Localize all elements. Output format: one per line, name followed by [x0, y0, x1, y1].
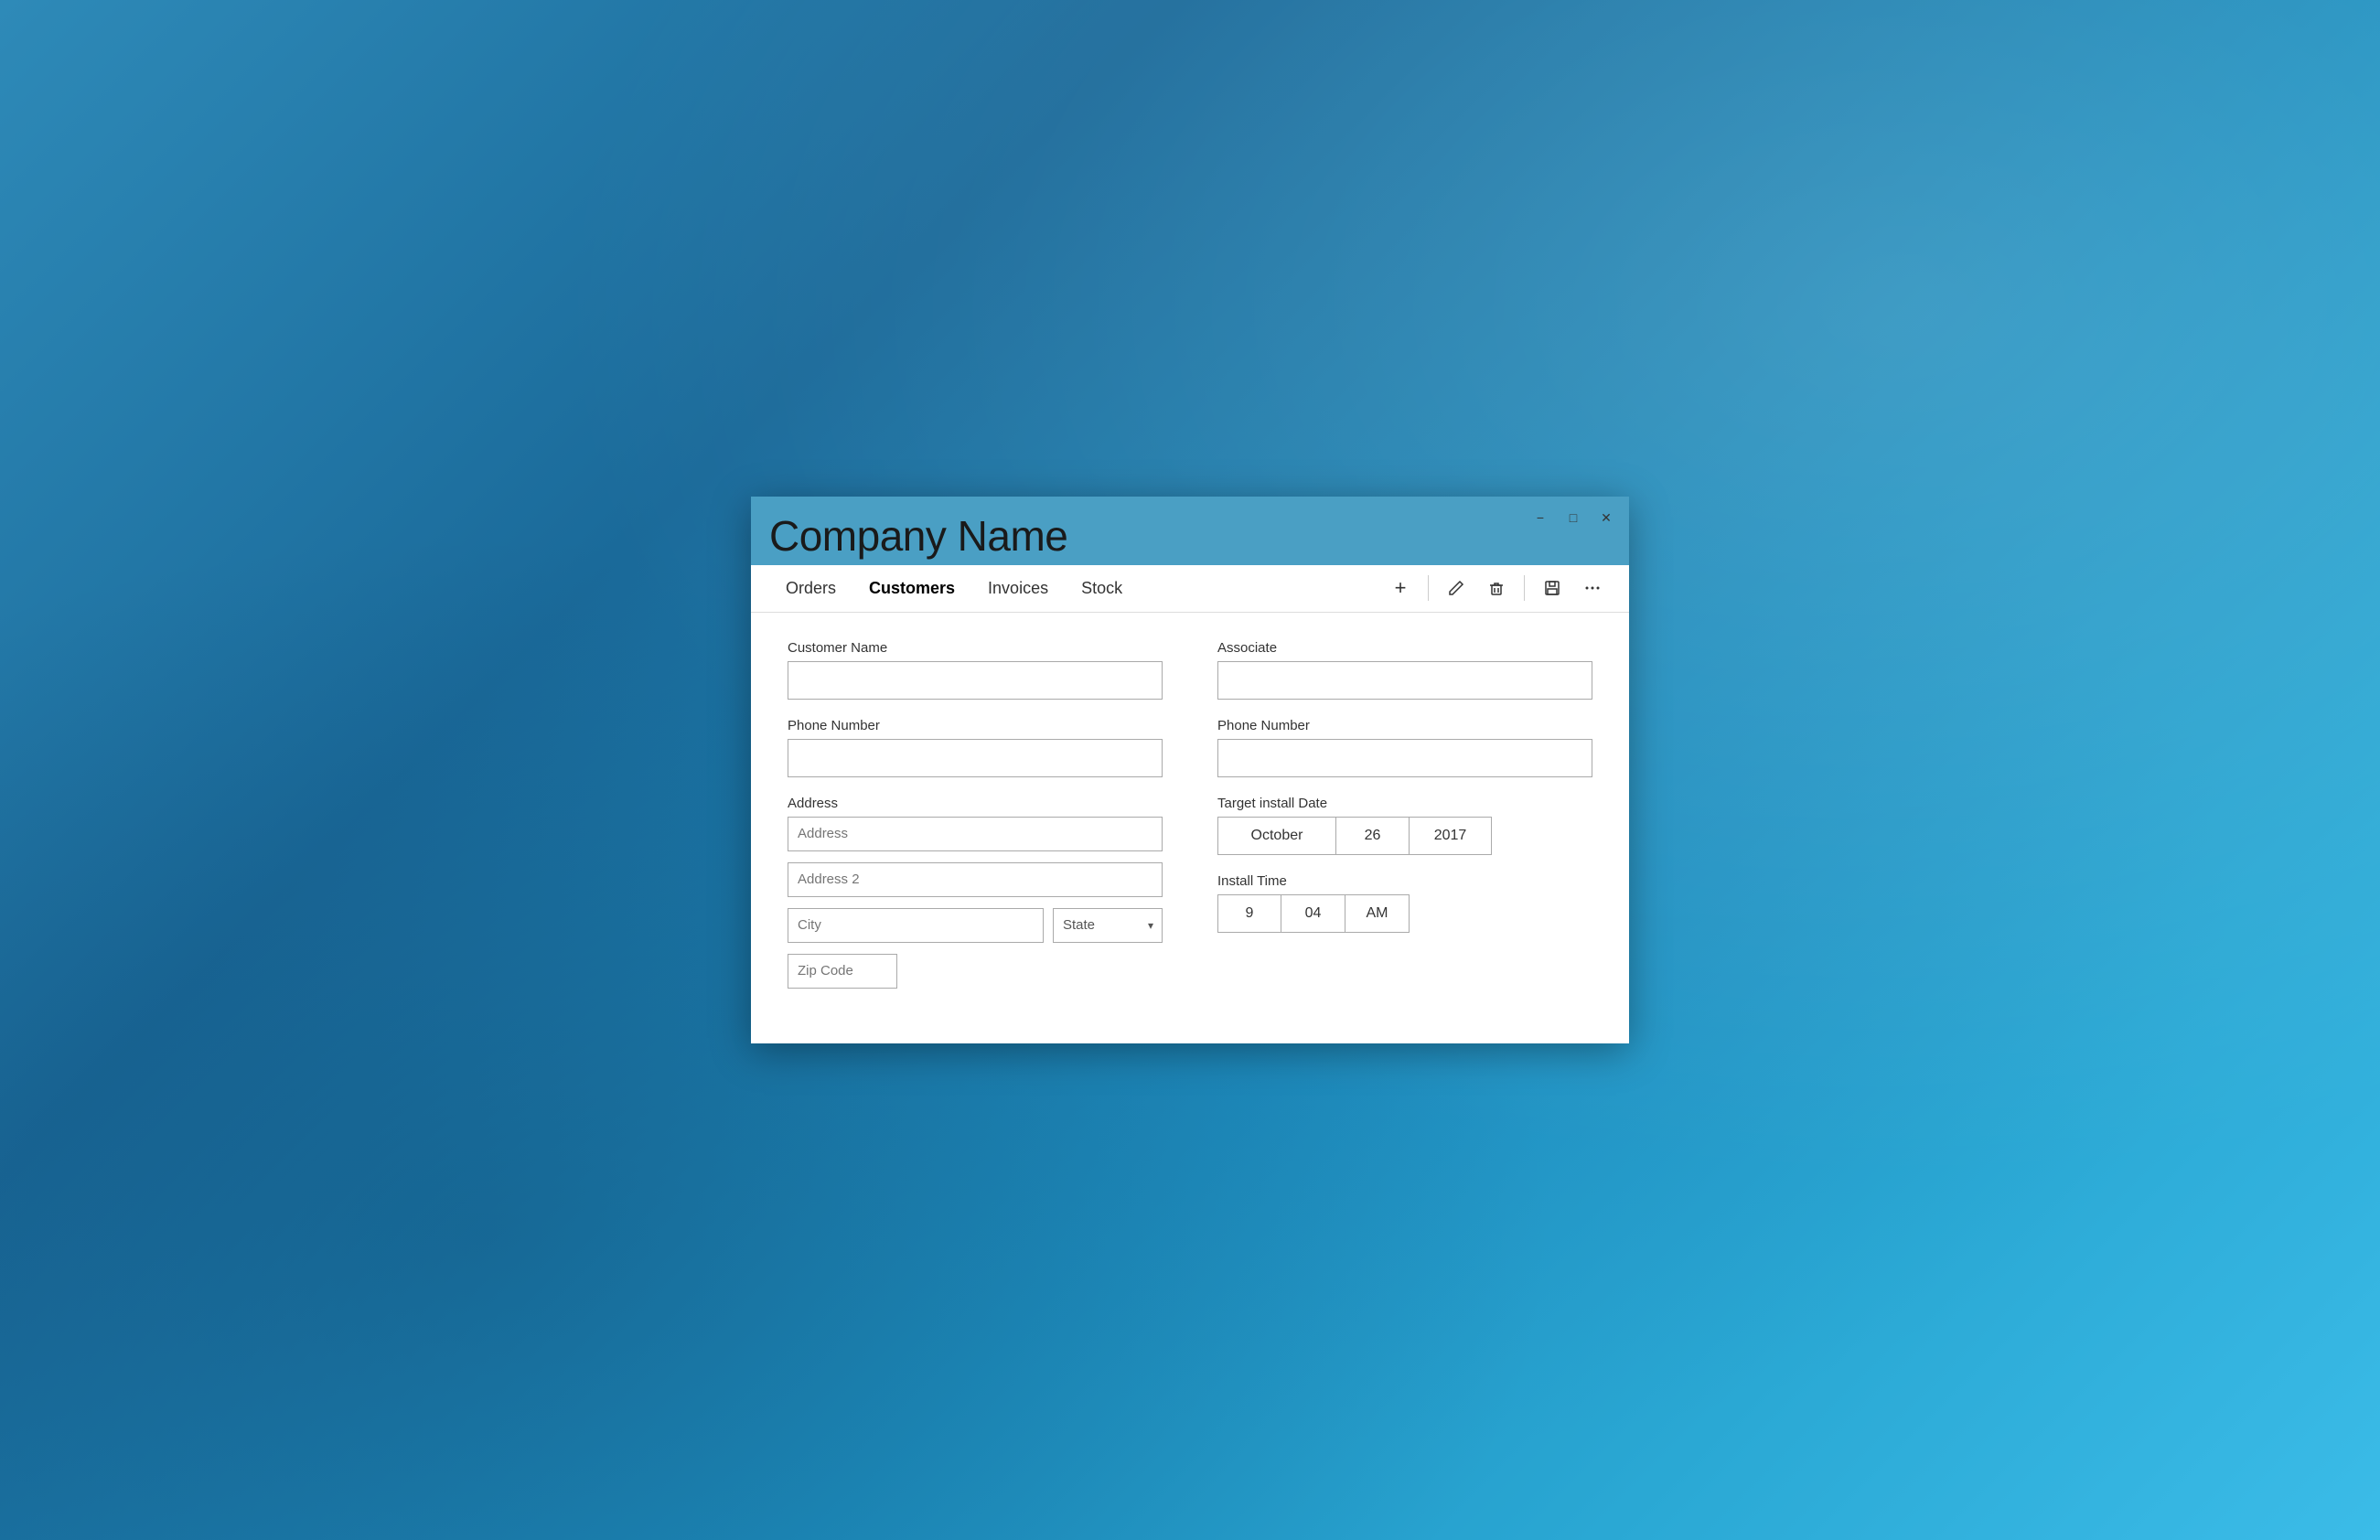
- time-ampm[interactable]: AM: [1345, 894, 1410, 933]
- nav-tabs: Orders Customers Invoices Stock: [769, 565, 1139, 612]
- time-picker: 9 04 AM: [1217, 894, 1592, 933]
- tab-invoices[interactable]: Invoices: [971, 565, 1065, 612]
- divider-1: [1428, 575, 1429, 601]
- customer-phone-label: Phone Number: [788, 718, 1163, 733]
- associate-phone-group: Phone Number: [1217, 718, 1592, 777]
- divider-2: [1524, 575, 1525, 601]
- time-hour[interactable]: 9: [1217, 894, 1281, 933]
- form-right-col: Associate Phone Number Target install Da…: [1217, 640, 1592, 1007]
- install-time-group: Install Time 9 04 AM: [1217, 873, 1592, 933]
- form-grid: Customer Name Phone Number Address: [788, 640, 1592, 1007]
- add-button[interactable]: +: [1382, 570, 1419, 606]
- associate-group: Associate: [1217, 640, 1592, 700]
- customer-name-group: Customer Name: [788, 640, 1163, 700]
- date-picker: October 26 2017: [1217, 817, 1592, 855]
- associate-phone-input[interactable]: [1217, 739, 1592, 777]
- edit-icon: [1447, 579, 1465, 597]
- maximize-button[interactable]: □: [1565, 509, 1581, 526]
- address1-input[interactable]: [788, 817, 1163, 851]
- address-label: Address: [788, 796, 1163, 811]
- zip-row: [788, 954, 1163, 989]
- delete-icon: [1487, 579, 1506, 597]
- customer-phone-group: Phone Number: [788, 718, 1163, 777]
- target-date-label: Target install Date: [1217, 796, 1592, 811]
- minimize-button[interactable]: −: [1532, 509, 1549, 526]
- more-icon: [1583, 579, 1602, 597]
- more-button[interactable]: [1574, 570, 1611, 606]
- city-input[interactable]: [788, 908, 1044, 943]
- associate-phone-label: Phone Number: [1217, 718, 1592, 733]
- tab-stock[interactable]: Stock: [1065, 565, 1139, 612]
- associate-label: Associate: [1217, 640, 1592, 656]
- address2-input[interactable]: [788, 862, 1163, 897]
- save-button[interactable]: [1534, 570, 1571, 606]
- customer-name-label: Customer Name: [788, 640, 1163, 656]
- delete-button[interactable]: [1478, 570, 1515, 606]
- form-left-col: Customer Name Phone Number Address: [788, 640, 1163, 1007]
- address-group: Address State ALAKAZAR CACOCTDE FLGAHIID…: [788, 796, 1163, 989]
- tab-customers[interactable]: Customers: [852, 565, 971, 612]
- customer-phone-input[interactable]: [788, 739, 1163, 777]
- app-window: − □ ✕ Company Name Orders Customers Invo…: [751, 497, 1629, 1043]
- date-day[interactable]: 26: [1336, 817, 1410, 855]
- edit-button[interactable]: [1438, 570, 1474, 606]
- target-date-group: Target install Date October 26 2017: [1217, 796, 1592, 855]
- customer-name-input[interactable]: [788, 661, 1163, 700]
- window-controls: − □ ✕: [1532, 509, 1614, 526]
- nav-bar: Orders Customers Invoices Stock +: [751, 565, 1629, 613]
- state-select[interactable]: State ALAKAZAR CACOCTDE FLGAHIID ILINIAK…: [1053, 908, 1163, 943]
- city-state-row: State ALAKAZAR CACOCTDE FLGAHIID ILINIAK…: [788, 908, 1163, 943]
- form-content: Customer Name Phone Number Address: [751, 613, 1629, 1043]
- time-minute[interactable]: 04: [1281, 894, 1345, 933]
- associate-input[interactable]: [1217, 661, 1592, 700]
- tab-orders[interactable]: Orders: [769, 565, 852, 612]
- install-time-label: Install Time: [1217, 873, 1592, 889]
- zipcode-input[interactable]: [788, 954, 897, 989]
- nav-actions: +: [1382, 570, 1611, 606]
- app-title: Company Name: [769, 513, 1611, 560]
- close-button[interactable]: ✕: [1598, 509, 1614, 526]
- date-year[interactable]: 2017: [1410, 817, 1492, 855]
- state-select-wrapper: State ALAKAZAR CACOCTDE FLGAHIID ILINIAK…: [1053, 908, 1163, 943]
- save-icon: [1543, 579, 1561, 597]
- date-month[interactable]: October: [1217, 817, 1336, 855]
- title-bar: − □ ✕ Company Name: [751, 497, 1629, 565]
